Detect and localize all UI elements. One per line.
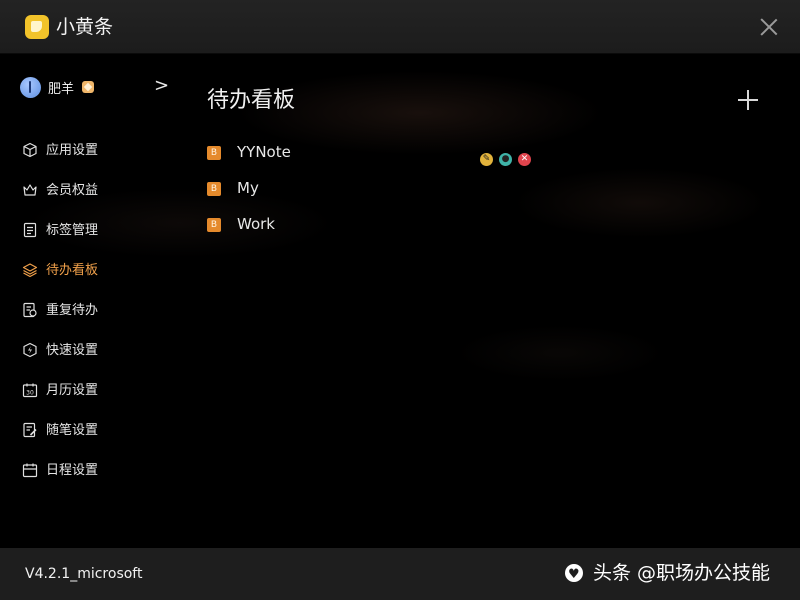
sidebar-item-label: 应用设置 (46, 143, 99, 158)
delete-icon[interactable]: ✕ (518, 153, 531, 166)
avatar (20, 77, 41, 98)
page-title: 待办看板 (207, 88, 296, 113)
app-logo-icon (25, 15, 49, 39)
list-icon (23, 222, 37, 238)
lightning-icon (23, 342, 37, 358)
watermark: 头条 @职场办公技能 (565, 560, 771, 588)
svg-text:30: 30 (26, 390, 34, 397)
user-name: 肥羊 (48, 82, 75, 97)
sidebar-item-quick-settings[interactable]: 快速设置 (20, 340, 190, 380)
sidebar-item-tag-management[interactable]: 标签管理 (20, 220, 190, 260)
heart-icon (565, 562, 583, 588)
sidebar-item-repeat-todo[interactable]: 重复待办 (20, 300, 190, 340)
chevron-right-icon[interactable]: > (154, 74, 169, 98)
cube-icon (23, 142, 37, 158)
sidebar-item-label: 标签管理 (46, 223, 99, 238)
crown-icon (23, 184, 37, 196)
sidebar-item-app-settings[interactable]: 应用设置 (20, 140, 190, 180)
add-board-button[interactable] (737, 89, 759, 111)
sidebar-item-label: 会员权益 (46, 183, 99, 198)
board-name: Work (237, 215, 275, 233)
board-name: YYNote (237, 143, 291, 161)
watermark-text: 头条 @职场办公技能 (593, 562, 771, 584)
close-button[interactable] (756, 14, 782, 40)
sidebar-item-calendar-settings[interactable]: 30 月历设置 (20, 380, 190, 420)
profile-link[interactable]: 肥羊 > (20, 74, 170, 100)
board-badge-icon: B (207, 146, 221, 160)
sidebar-item-label: 日程设置 (46, 463, 99, 478)
sidebar-item-membership[interactable]: 会员权益 (20, 180, 190, 220)
app-window: 小黄条 肥羊 > 应用设置 会员权益 标签管理 待办看板 重复待办 快速设置 3… (0, 0, 800, 600)
board-list: B YYNote ✎ ● ✕ B My B Work (207, 142, 767, 250)
board-badge-icon: B (207, 182, 221, 196)
board-row-my[interactable]: B My (207, 178, 767, 214)
title-bar: 小黄条 (0, 0, 800, 54)
calendar-icon (22, 463, 38, 478)
board-row-work[interactable]: B Work (207, 214, 767, 250)
sidebar-item-label: 月历设置 (46, 383, 99, 398)
app-title: 小黄条 (56, 16, 114, 38)
note-edit-icon (23, 422, 37, 438)
sidebar-item-label: 待办看板 (46, 263, 99, 278)
board-badge-icon: B (207, 218, 221, 232)
sidebar-item-label: 快速设置 (46, 343, 99, 358)
board-actions: ✎ ● ✕ (480, 146, 537, 166)
sidebar-item-notes-settings[interactable]: 随笔设置 (20, 420, 190, 460)
sidebar-item-schedule-settings[interactable]: 日程设置 (20, 460, 190, 500)
board-row-yynote[interactable]: B YYNote ✎ ● ✕ (207, 142, 767, 178)
sidebar-item-label: 重复待办 (46, 303, 99, 318)
repeat-icon (23, 302, 37, 318)
calendar-30-icon: 30 (22, 383, 38, 398)
footer-bar: V4.2.1_microsoft 头条 @职场办公技能 (0, 548, 800, 600)
edit-icon[interactable]: ✎ (480, 153, 493, 166)
vip-badge-icon (82, 81, 94, 93)
layers-icon (22, 263, 38, 278)
eye-icon[interactable]: ● (499, 153, 512, 166)
sidebar-item-todo-board[interactable]: 待办看板 (20, 260, 190, 300)
sidebar-nav: 应用设置 会员权益 标签管理 待办看板 重复待办 快速设置 30 月历设置 随笔… (20, 140, 190, 500)
sidebar-item-label: 随笔设置 (46, 423, 99, 438)
version-label: V4.2.1_microsoft (25, 566, 143, 582)
board-name: My (237, 179, 259, 197)
